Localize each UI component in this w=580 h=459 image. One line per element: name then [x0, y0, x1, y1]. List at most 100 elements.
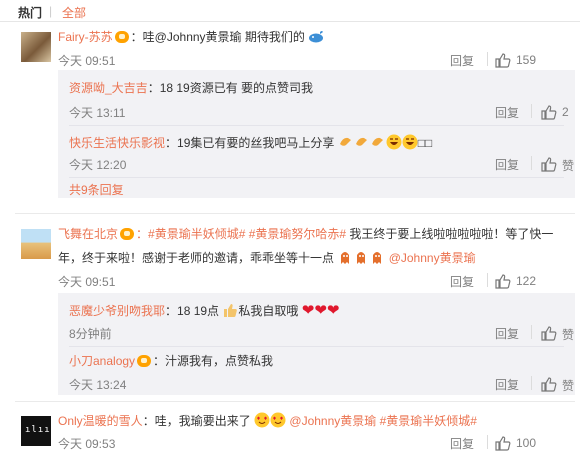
heart-eyes-emoji-icon	[270, 412, 286, 428]
thumbs-up-icon	[541, 105, 557, 120]
thumbs-up-icon	[541, 326, 557, 341]
comment-body: ：哇@Johnny黄景瑜 期待我们的	[130, 30, 305, 44]
reply-button[interactable]: 回复	[495, 325, 519, 342]
clap-emoji-icon	[371, 137, 383, 146]
comment-body: ：哇，我瑜要出来了	[142, 414, 251, 428]
topic-tags[interactable]: ：#黄景瑜半妖倾城# #黄景瑜努尔哈赤#	[136, 227, 346, 241]
reply-button[interactable]: 回复	[495, 156, 519, 173]
avatar[interactable]: ılıı	[21, 416, 51, 446]
clap-emoji-icon	[355, 137, 367, 146]
comment-username[interactable]: Only温暖的雪人	[58, 414, 143, 428]
avatar[interactable]	[21, 229, 51, 259]
reply-time: 今天 13:24	[69, 378, 127, 392]
topic-tag[interactable]: #黄景瑜半妖倾城#	[380, 414, 477, 428]
comment-time: 今天 09:51	[58, 54, 116, 68]
comment-item: 飞舞在北京 ：#黄景瑜半妖倾城# #黄景瑜努尔哈赤# 我王终于要上线啦啦啦啦啦！等…	[0, 226, 580, 396]
like-count: 赞	[562, 379, 575, 393]
ghost-emoji-icon	[373, 252, 382, 264]
reply-actions: 回复 赞	[495, 156, 574, 173]
heart-emoji-icon: ❤	[314, 302, 327, 319]
comment-username[interactable]: 飞舞在北京	[58, 227, 118, 241]
reply-button[interactable]: 回复	[450, 273, 474, 290]
tab-all[interactable]: 全部	[62, 4, 86, 21]
mention-link[interactable]: @Johnny黄景瑜	[389, 251, 476, 265]
clap-emoji-icon	[339, 137, 351, 146]
thumbs-up-icon	[495, 53, 511, 68]
like-count: 100	[516, 436, 537, 450]
action-divider	[531, 156, 532, 170]
reply-time: 今天 12:20	[69, 158, 127, 172]
mention-link[interactable]: @Johnny黄景瑜	[289, 414, 376, 428]
reply-actions: 回复 2	[495, 104, 569, 121]
laugh-emoji-icon	[386, 134, 402, 150]
reply-username[interactable]: 恶魔少爷别吻我耶	[69, 304, 165, 318]
reply-list: 资源呦_大吉吉：18 19资源已有 要的点赞司我 今天 13:11 回复 2 快…	[58, 70, 575, 198]
action-divider	[531, 104, 532, 118]
reply-body: ：18 19点	[165, 304, 220, 318]
reply-text: 恶魔少爷别吻我耶：18 19点 私我自取哦 ❤❤❤	[69, 302, 339, 319]
vip-badge-icon	[137, 355, 152, 367]
comment-text-line2: 年，终于来啦！感谢于老师的邀请，乖乖坐等十一点 @Johnny黄景瑜	[58, 249, 476, 266]
action-divider	[487, 273, 488, 287]
tab-separator: |	[49, 4, 53, 18]
thumbs-up-icon	[541, 157, 557, 172]
reply-body: ：19集已有要的丝我吧马上分享	[165, 136, 335, 150]
reply-button[interactable]: 回复	[450, 435, 474, 452]
reply-text: 快乐生活快乐影视：19集已有要的丝我吧马上分享 □□	[69, 134, 433, 150]
reply-body: ：汁源我有，点赞私我	[153, 354, 274, 368]
reply-button[interactable]: 回复	[495, 376, 519, 393]
comment-text: 飞舞在北京 ：#黄景瑜半妖倾城# #黄景瑜努尔哈赤# 我王终于要上线啦啦啦啦啦！等…	[58, 226, 553, 242]
comment-item: ılıı Only温暖的雪人：哇，我瑜要出来了 @Johnny黄景瑜 #黄景瑜半…	[0, 412, 580, 458]
reply-list: 恶魔少爷别吻我耶：18 19点 私我自取哦 ❤❤❤ 8分钟前 回复 赞 小刀an…	[58, 293, 575, 395]
reply-body: ：18 19资源已有 要的点赞司我	[147, 81, 314, 95]
ghost-emoji-icon	[341, 252, 350, 264]
vip-badge-icon	[120, 228, 135, 240]
comment-time: 今天 09:51	[58, 275, 116, 289]
more-replies-link[interactable]: 共9条回复	[69, 181, 124, 198]
reply-actions: 回复 赞	[495, 376, 574, 393]
laugh-emoji-icon	[402, 134, 418, 150]
reply-time: 今天 13:11	[69, 106, 126, 120]
avatar[interactable]	[21, 32, 51, 62]
tab-hot[interactable]: 热门	[18, 4, 42, 21]
filter-tabs: 热门 | 全部	[0, 0, 580, 22]
ghost-emoji-icon	[357, 252, 366, 264]
reply-body-tail: 私我自取哦	[238, 304, 299, 318]
like-count: 赞	[562, 159, 575, 173]
thumbs-up-icon	[495, 436, 511, 451]
reply-username[interactable]: 快乐生活快乐影视	[69, 136, 165, 150]
comment-body: 我王终于要上线啦啦啦啦啦！等了快一	[346, 227, 554, 241]
reply-username[interactable]: 小刀analogy	[69, 354, 135, 368]
like-count: 159	[516, 53, 537, 67]
reply-text: 资源呦_大吉吉：18 19资源已有 要的点赞司我	[69, 80, 313, 96]
action-divider	[487, 435, 488, 449]
comment-divider	[15, 401, 575, 402]
comment-username[interactable]: Fairy-苏苏	[58, 30, 113, 44]
reply-button[interactable]: 回复	[450, 52, 474, 69]
like-count: 2	[562, 105, 569, 119]
thumbs-up-icon	[541, 377, 557, 392]
reply-divider	[69, 346, 564, 347]
reply-time: 8分钟前	[69, 327, 112, 341]
comment-actions: 回复 122	[450, 273, 580, 291]
heart-emoji-icon: ❤	[301, 302, 315, 319]
reply-divider	[69, 177, 564, 178]
comment-actions: 回复 100	[450, 435, 580, 453]
action-divider	[531, 376, 532, 390]
reply-button[interactable]: 回复	[495, 104, 519, 121]
thumbs-up-icon	[495, 274, 511, 289]
comment-body: 年，终于来啦！感谢于老师的邀请，乖乖坐等十一点	[58, 251, 335, 265]
comment-text: Fairy-苏苏 ：哇@Johnny黄景瑜 期待我们的	[58, 28, 324, 45]
reply-username[interactable]: 资源呦_大吉吉	[69, 81, 148, 95]
reply-actions: 回复 赞	[495, 325, 574, 342]
action-divider	[487, 52, 488, 66]
comment-item: Fairy-苏苏 ：哇@Johnny黄景瑜 期待我们的 今天 09:51 回复 1…	[0, 28, 580, 206]
reply-divider	[69, 125, 564, 126]
comment-time: 今天 09:53	[58, 437, 116, 451]
reply-text: 小刀analogy ：汁源我有，点赞私我	[69, 353, 273, 369]
whale-emoji-icon	[309, 31, 324, 43]
comment-text: Only温暖的雪人：哇，我瑜要出来了 @Johnny黄景瑜 #黄景瑜半妖倾城#	[58, 412, 477, 429]
heart-emoji-icon: ❤	[326, 302, 340, 319]
thumbs-up-emoji-icon	[224, 304, 238, 317]
like-count: 赞	[562, 328, 575, 342]
